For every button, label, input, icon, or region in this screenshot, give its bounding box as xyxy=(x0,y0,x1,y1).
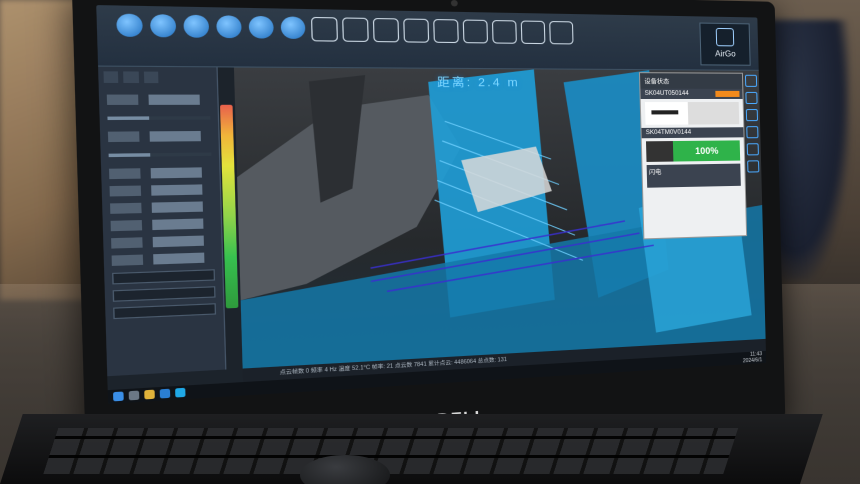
toolbar-button[interactable] xyxy=(543,19,581,64)
circle-tool-icon xyxy=(183,15,209,38)
view-icon[interactable] xyxy=(747,160,759,172)
device-panel-footer: 闪电 xyxy=(647,164,741,188)
folder-icon[interactable] xyxy=(144,390,155,400)
photo-scene: AirGo 距离: 2.4 m 设备状态 SK04UT050144 SK04TM… xyxy=(0,0,860,484)
view-icon[interactable] xyxy=(746,109,758,121)
tab-3[interactable] xyxy=(144,72,159,84)
tab-2[interactable] xyxy=(124,71,139,83)
device-sn-text: SK04UT050144 xyxy=(645,91,689,97)
setting-row xyxy=(110,201,213,214)
circle-tool-icon xyxy=(116,14,143,37)
scanner-sn: SK04TM0V0144 xyxy=(641,127,743,138)
circle-tool-icon xyxy=(216,15,242,38)
setting-dropdown[interactable] xyxy=(113,286,216,302)
airgo-label: AirGo xyxy=(715,49,736,58)
device-status-panel: 设备状态 SK04UT050144 SK04TM0V0144 100% 闪电 xyxy=(639,72,747,239)
app-toolbar xyxy=(96,5,758,71)
panel-tabs xyxy=(98,67,217,88)
box-tool-icon xyxy=(342,17,369,42)
setting-dropdown[interactable] xyxy=(113,303,216,319)
setting-dropdown[interactable] xyxy=(112,269,215,284)
circle-tool-icon xyxy=(281,16,306,39)
clock-date: 2024/6/1 xyxy=(743,357,762,364)
battery-status: 100% xyxy=(646,140,740,162)
scanner-device-icon xyxy=(651,110,678,114)
box-tool-icon xyxy=(433,19,459,43)
setting-slider[interactable] xyxy=(107,116,210,120)
device-logo-icon xyxy=(646,141,673,162)
device-sn: SK04UT050144 xyxy=(640,89,742,99)
cube-tool-icon xyxy=(463,19,488,43)
view-icon[interactable] xyxy=(745,92,757,104)
circle-tool-icon xyxy=(150,14,176,37)
scanner-preview xyxy=(645,102,739,125)
setting-row xyxy=(111,218,214,231)
circle-tool-icon xyxy=(249,16,274,39)
setting-row xyxy=(112,252,215,266)
view-icon[interactable] xyxy=(746,126,758,138)
footer-label: 闪电 xyxy=(649,170,662,176)
setting-slider[interactable] xyxy=(109,152,212,157)
webcam xyxy=(450,0,457,6)
setting-row xyxy=(108,131,211,142)
setting-row xyxy=(109,167,212,179)
distance-readout: 距离: 2.4 m xyxy=(437,73,520,90)
left-settings-panel xyxy=(98,67,226,377)
tab-1[interactable] xyxy=(103,71,118,83)
battery-percent: 100% xyxy=(673,140,740,161)
laptop-keyboard xyxy=(0,414,823,484)
setting-row xyxy=(110,184,213,196)
box-tool-icon xyxy=(373,18,399,42)
box-tool-icon xyxy=(311,17,338,42)
view-icon[interactable] xyxy=(745,75,757,87)
cube-tool-icon xyxy=(492,20,517,44)
laptop-lid: AirGo 距离: 2.4 m 设备状态 SK04UT050144 SK04TM… xyxy=(72,0,786,473)
view-icon[interactable] xyxy=(747,143,759,155)
wifi-icon xyxy=(716,28,735,47)
status-indicator xyxy=(715,91,739,97)
scanner-sn-text: SK04TM0V0144 xyxy=(646,130,692,137)
browser-icon[interactable] xyxy=(160,389,171,399)
box-tool-icon xyxy=(403,18,429,42)
setting-row xyxy=(111,235,214,248)
laptop-screen: AirGo 距离: 2.4 m 设备状态 SK04UT050144 SK04TM… xyxy=(96,5,766,404)
search-icon[interactable] xyxy=(129,391,140,401)
device-panel-title: 设备状态 xyxy=(640,73,742,89)
airgo-button[interactable]: AirGo xyxy=(699,23,750,66)
start-icon[interactable] xyxy=(113,391,124,401)
cube-tool-icon xyxy=(549,21,573,44)
setting-row xyxy=(107,95,210,105)
system-clock: 11:43 2024/6/1 xyxy=(743,351,763,364)
keyboard-keys xyxy=(43,428,738,474)
app-icon[interactable] xyxy=(175,388,185,398)
